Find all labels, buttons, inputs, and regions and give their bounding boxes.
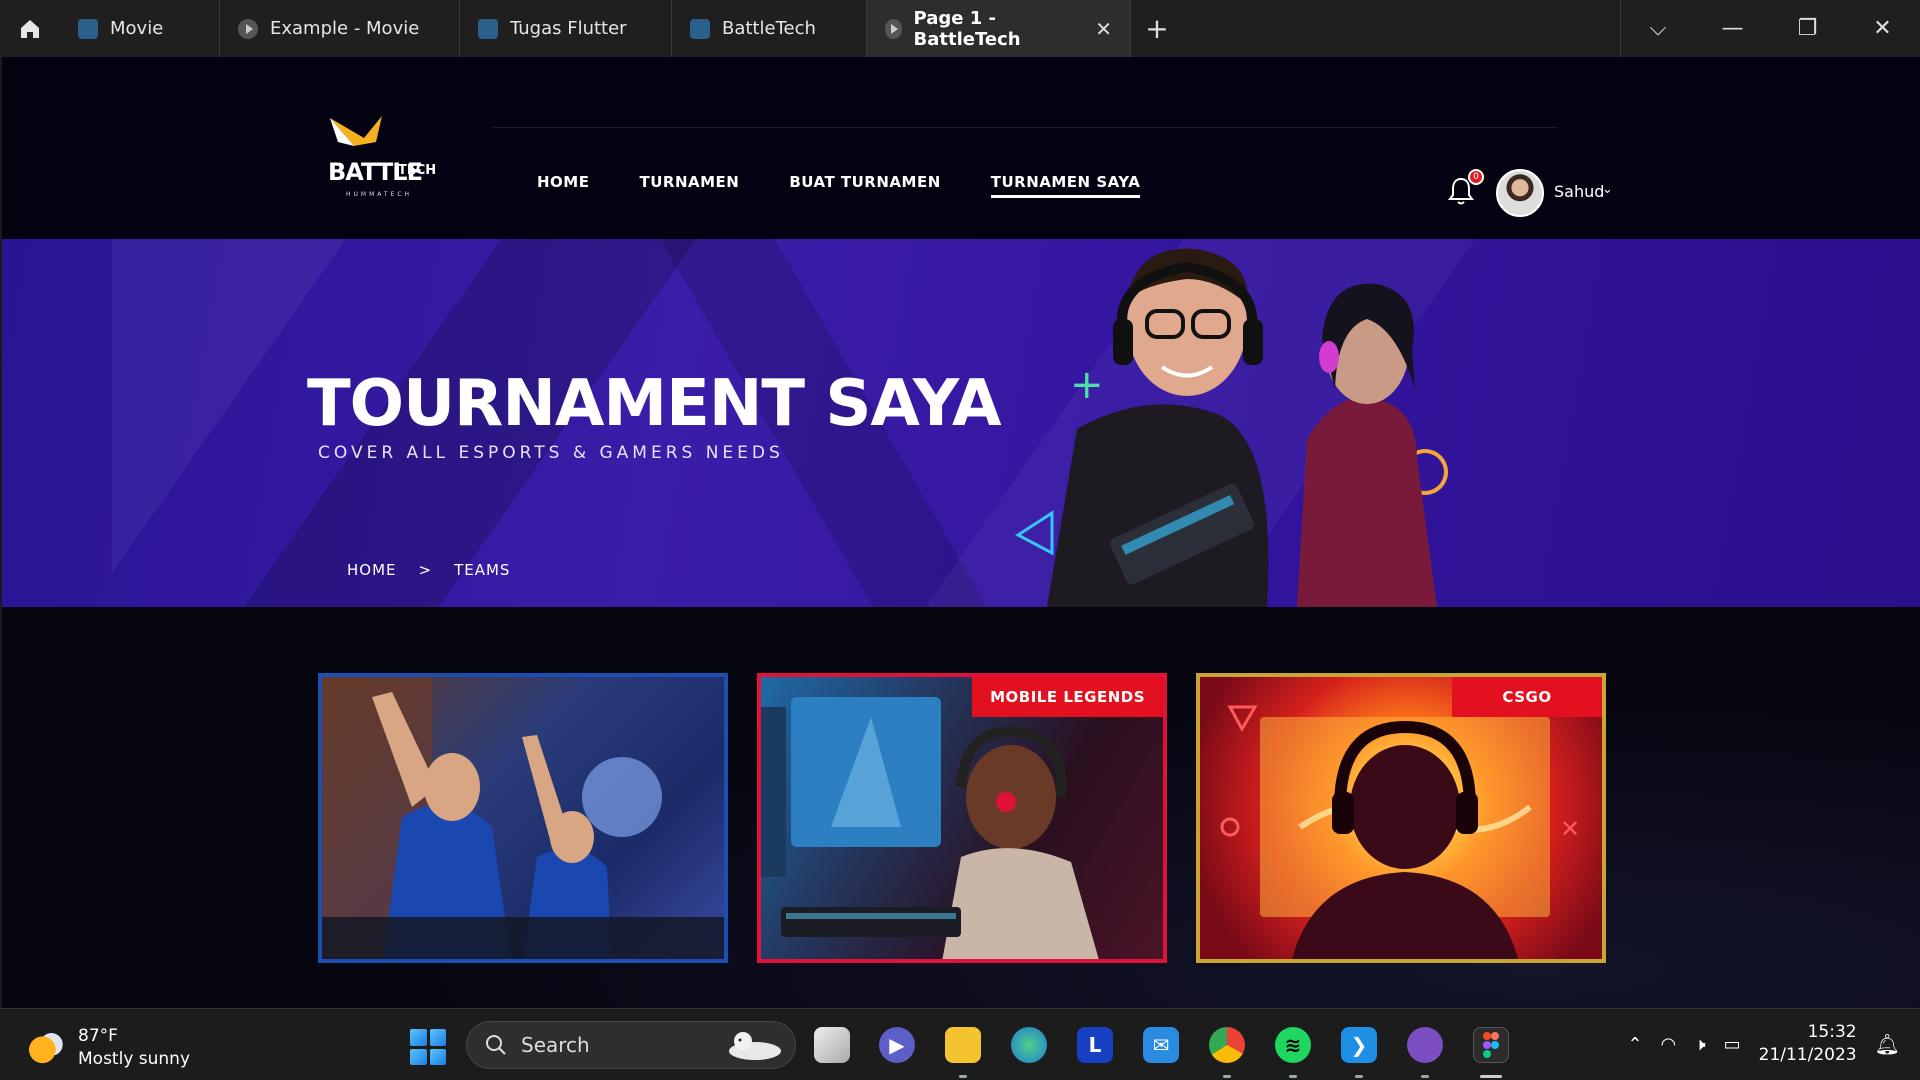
clock[interactable]: 15:32 21/11/2023 bbox=[1759, 1021, 1857, 1067]
weather-temp: 87°F bbox=[78, 1026, 118, 1046]
system-tray: ⌃ ◠ 🕨 ▭ 15:32 21/11/2023 🔔︎ bbox=[1627, 1021, 1900, 1067]
notification-badge: 0 bbox=[1468, 169, 1484, 185]
battery-icon[interactable]: ▭ bbox=[1724, 1034, 1741, 1055]
mobile-gamer-image bbox=[761, 697, 1099, 959]
search-input[interactable]: Search bbox=[466, 1021, 796, 1069]
volume-muted-icon[interactable]: 🕨 bbox=[1694, 1034, 1705, 1055]
nav-divider bbox=[492, 127, 1557, 128]
edge-browser-icon[interactable] bbox=[1011, 1027, 1047, 1063]
windows-start-icon[interactable] bbox=[410, 1029, 446, 1065]
team-celebration-image bbox=[322, 677, 724, 959]
meet-chat-icon[interactable]: ▶ bbox=[879, 1027, 915, 1063]
chrome-icon[interactable] bbox=[1209, 1027, 1245, 1063]
gamers-illustration bbox=[1047, 248, 1437, 607]
chevron-right-icon: > bbox=[418, 561, 433, 579]
github-desktop-icon[interactable] bbox=[1407, 1027, 1443, 1063]
nav-home[interactable]: HOME bbox=[537, 173, 589, 198]
close-window-icon[interactable]: ✕ bbox=[1845, 0, 1920, 57]
tournament-card[interactable]: ✕ CSGO bbox=[1196, 673, 1606, 963]
logo-tagline: HUMMATECH bbox=[346, 191, 412, 198]
clock-date: 21/11/2023 bbox=[1758, 1045, 1857, 1065]
user-name[interactable]: Sahud bbox=[1554, 182, 1604, 201]
game-tag: MOBILE LEGENDS bbox=[972, 677, 1163, 717]
csgo-gamer-image: ✕ bbox=[1220, 705, 1580, 959]
main-nav: HOME TURNAMEN BUAT TURNAMEN TURNAMEN SAY… bbox=[537, 173, 1141, 198]
site-navbar: BATTLE TECH HUMMATECH HOME TURNAMEN BUAT… bbox=[2, 57, 1920, 239]
browser-tab-strip: Movie Example - Movie Tugas Flutter Batt… bbox=[0, 0, 1920, 57]
avatar[interactable] bbox=[1496, 169, 1544, 217]
app-icon bbox=[690, 18, 710, 39]
tournament-card[interactable] bbox=[318, 673, 728, 963]
svg-text:✕: ✕ bbox=[1560, 815, 1580, 843]
weather-widget[interactable]: 87°F Mostly sunny bbox=[28, 1025, 190, 1071]
tab-label: Movie bbox=[110, 18, 164, 39]
tab-label: Tugas Flutter bbox=[510, 18, 627, 39]
vscode-icon[interactable]: ❯ bbox=[1341, 1027, 1377, 1063]
tab-page1-battletech[interactable]: Page 1 - BattleTech ✕ bbox=[867, 0, 1131, 57]
weather-icon bbox=[28, 1030, 64, 1066]
tab-label: Page 1 - BattleTech bbox=[913, 7, 1021, 50]
new-tab-button[interactable]: + bbox=[1131, 0, 1183, 57]
spotify-icon[interactable]: ≋ bbox=[1275, 1027, 1311, 1063]
game-tag: CSGO bbox=[1452, 677, 1602, 717]
tab-label: Example - Movie bbox=[270, 18, 420, 39]
figma-icon[interactable] bbox=[1473, 1027, 1509, 1063]
hero-banner: TOURNAMENT SAYA COVER ALL ESPORTS & GAME… bbox=[2, 239, 1920, 607]
nav-turnamen[interactable]: TURNAMEN bbox=[639, 173, 739, 198]
nav-turnamen-saya[interactable]: TURNAMEN SAYA bbox=[990, 173, 1141, 198]
app-icon bbox=[478, 18, 498, 39]
close-tab-icon[interactable]: ✕ bbox=[1095, 17, 1112, 41]
logo-word-tech: TECH bbox=[398, 163, 436, 178]
l-app-icon[interactable]: L bbox=[1077, 1027, 1113, 1063]
seal-icon bbox=[729, 1032, 781, 1060]
search-placeholder: Search bbox=[521, 1033, 590, 1057]
wifi-icon[interactable]: ◠ bbox=[1661, 1034, 1677, 1055]
chevron-down-icon[interactable]: ⌄ bbox=[1602, 182, 1613, 197]
minimize-icon[interactable]: — bbox=[1695, 0, 1770, 57]
breadcrumb-teams: TEAMS bbox=[454, 561, 511, 579]
breadcrumb-home[interactable]: HOME bbox=[347, 561, 397, 579]
mail-icon[interactable]: ✉ bbox=[1143, 1027, 1179, 1063]
chevron-down-icon[interactable]: ⌵ bbox=[1620, 0, 1695, 57]
battletech-logo[interactable]: BATTLE TECH HUMMATECH bbox=[324, 112, 444, 202]
tab-label: BattleTech bbox=[722, 18, 816, 39]
chevron-up-icon[interactable]: ⌃ bbox=[1627, 1034, 1642, 1055]
clock-time: 15:32 bbox=[1807, 1022, 1857, 1042]
tab-battletech[interactable]: BattleTech bbox=[672, 0, 867, 57]
app-icon bbox=[78, 18, 98, 39]
taskbar: 87°F Mostly sunny Search ▶ L ✉ ≋ ❯ ⌃ ◠ 🕨 bbox=[0, 1008, 1920, 1080]
breadcrumb: HOME > TEAMS bbox=[347, 561, 510, 579]
tournament-card[interactable]: MOBILE LEGENDS bbox=[757, 673, 1167, 963]
task-view-icon[interactable] bbox=[814, 1027, 850, 1063]
page-subtitle: COVER ALL ESPORTS & GAMERS NEEDS bbox=[318, 443, 784, 463]
notification-icon[interactable]: 🔔︎ bbox=[1875, 1032, 1900, 1056]
home-icon[interactable] bbox=[0, 0, 60, 57]
nav-buat-turnamen[interactable]: BUAT TURNAMEN bbox=[789, 173, 940, 198]
search-icon bbox=[486, 1035, 506, 1055]
tab-example-movie[interactable]: Example - Movie bbox=[220, 0, 460, 57]
tab-tugas-flutter[interactable]: Tugas Flutter bbox=[460, 0, 672, 57]
weather-desc: Mostly sunny bbox=[78, 1049, 191, 1069]
file-explorer-icon[interactable] bbox=[945, 1027, 981, 1063]
play-icon bbox=[238, 18, 258, 39]
restore-icon[interactable]: ❐ bbox=[1770, 0, 1845, 57]
play-icon bbox=[885, 18, 902, 39]
window-controls: ⌵ — ❐ ✕ bbox=[1620, 0, 1920, 57]
tab-movie[interactable]: Movie bbox=[60, 0, 220, 57]
page-title: TOURNAMENT SAYA bbox=[307, 367, 1002, 441]
